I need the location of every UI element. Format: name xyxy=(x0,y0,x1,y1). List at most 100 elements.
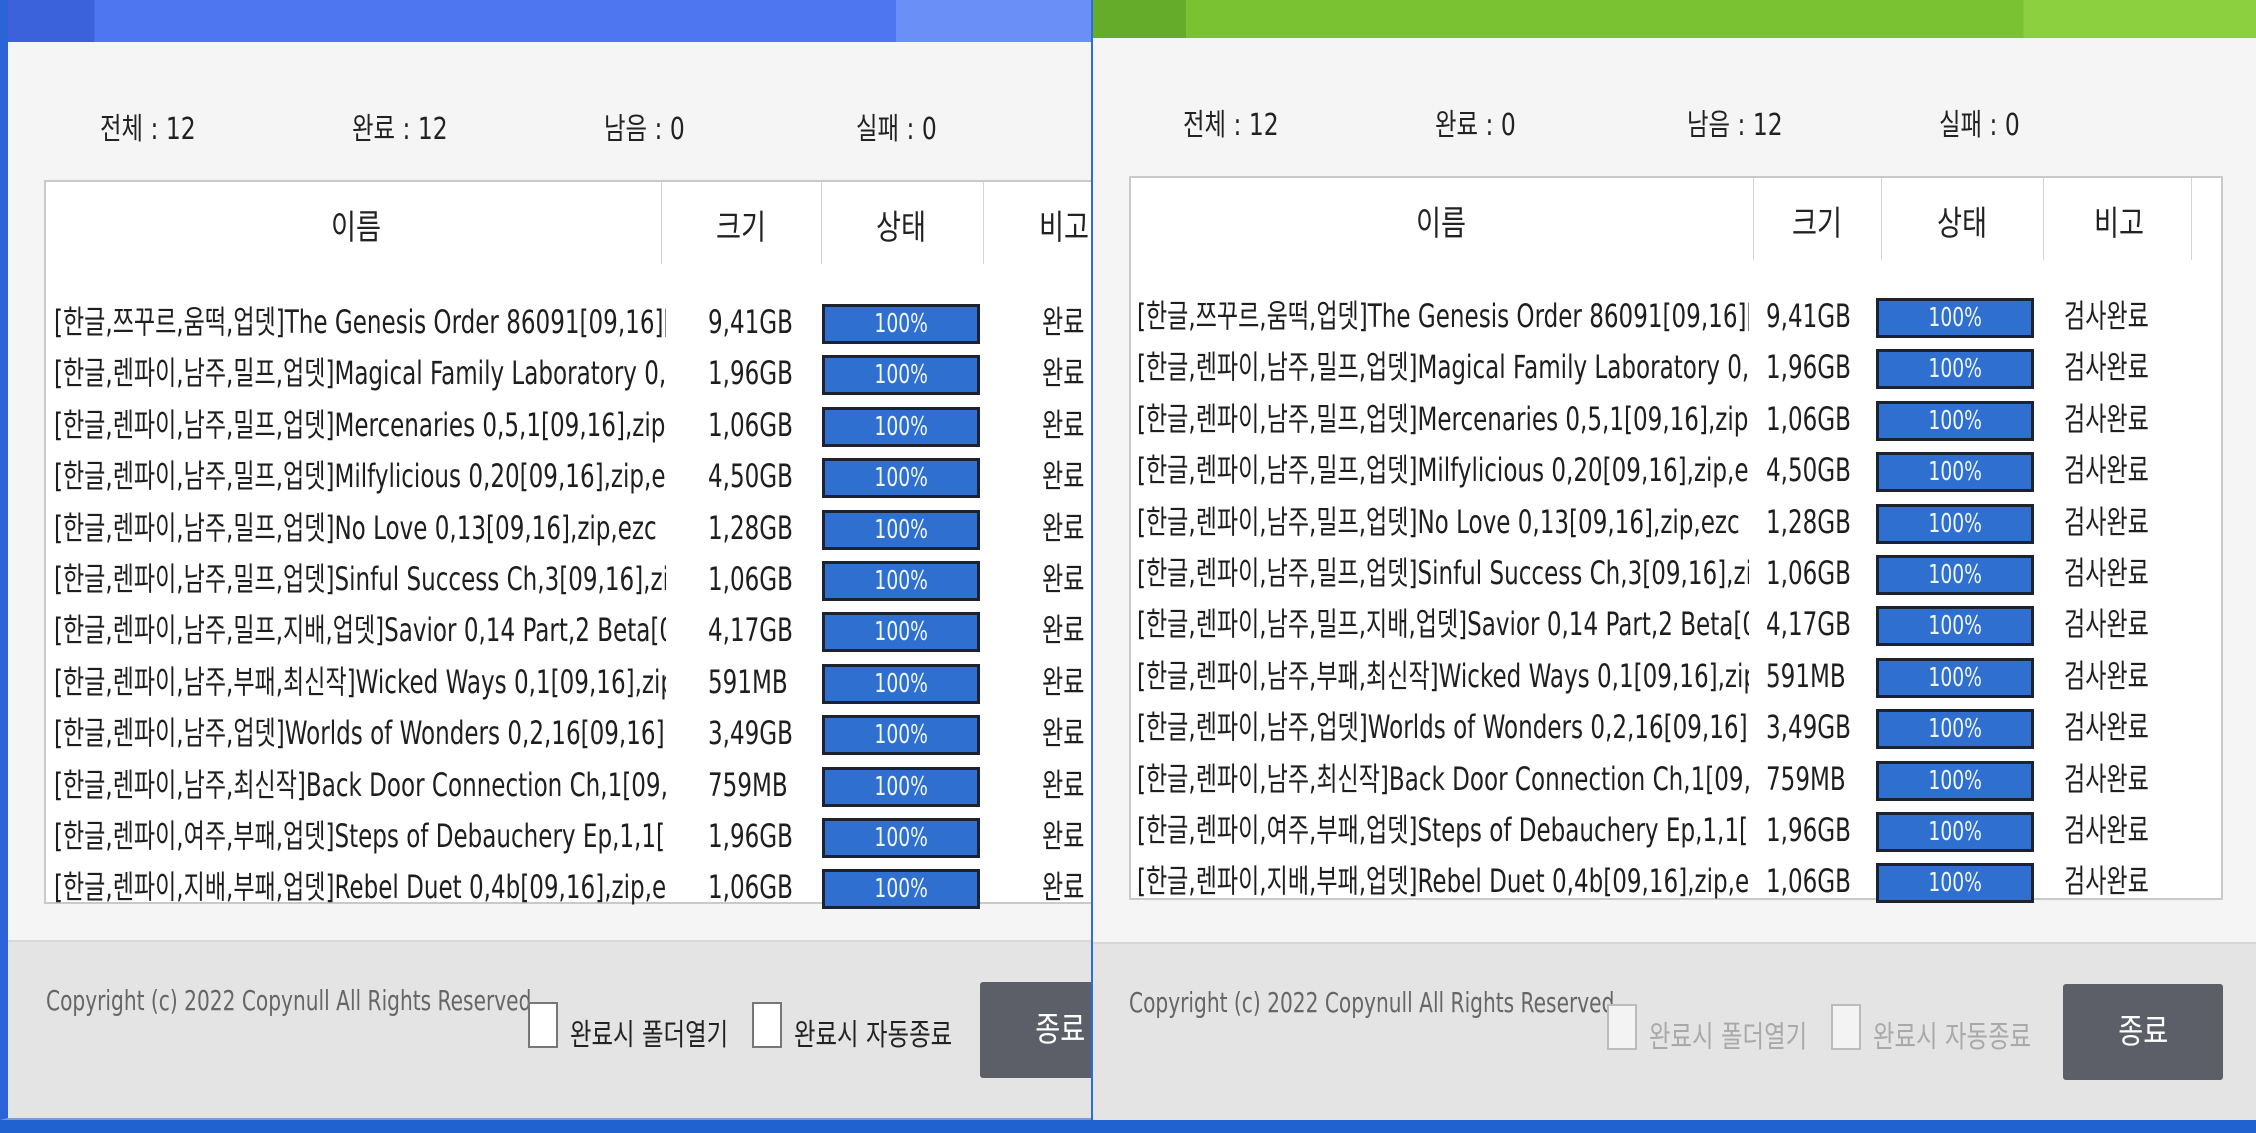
progress-bar: 100% xyxy=(1876,863,2034,904)
file-size-cell: 1,06GB xyxy=(708,868,793,907)
exit-button[interactable]: 종료 xyxy=(980,982,1091,1078)
table-row[interactable]: [한글,렌파이,남주,밀프,업뎃]Mercenaries 0,5,1[09,16… xyxy=(1131,397,2221,448)
progress-label: 100% xyxy=(874,463,928,494)
status-note-cell: 완료 xyxy=(1042,354,1085,393)
column-divider xyxy=(1753,178,1754,260)
open-folder-checkbox[interactable] xyxy=(528,1002,558,1048)
table-row[interactable]: [한글,렌파이,남주,업뎃]Worlds of Wonders 0,2,16[0… xyxy=(1131,705,2221,756)
file-name-cell: [한글,렌파이,남주,업뎃]Worlds of Wonders 0,2,16[0… xyxy=(54,714,666,753)
status-note-cell: 검사완료 xyxy=(2064,554,2149,592)
progress-label: 100% xyxy=(874,411,928,442)
exit-button[interactable]: 종료 xyxy=(2063,984,2223,1080)
table-row[interactable]: [한글,렌파이,지배,부패,업뎃]Rebel Duet 0,4b[09,16],… xyxy=(1131,859,2221,910)
file-size-cell: 1,96GB xyxy=(1766,811,1851,849)
status-note-cell: 완료 xyxy=(1042,611,1085,650)
file-size-cell: 3,49GB xyxy=(708,714,793,753)
table-row[interactable]: [한글,렌파이,남주,밀프,업뎃]Milfylicious 0,20[09,16… xyxy=(1131,448,2221,499)
table-row[interactable]: [한글,렌파이,남주,최신작]Back Door Connection Ch,1… xyxy=(46,763,1091,814)
table-row[interactable]: [한글,렌파이,남주,밀프,지배,업뎃]Savior 0,14 Part,2 B… xyxy=(1131,602,2221,653)
progress-bar: 100% xyxy=(822,561,980,601)
table-row[interactable]: [한글,렌파이,남주,밀프,업뎃]No Love 0,13[09,16],zip… xyxy=(1131,500,2221,551)
table-row[interactable]: [한글,렌파이,여주,부패,업뎃]Steps of Debauchery Ep,… xyxy=(46,814,1091,865)
table-row[interactable]: [한글,렌파이,남주,부패,최신작]Wicked Ways 0,1[09,16]… xyxy=(46,660,1091,711)
file-name-cell: [한글,렌파이,여주,부패,업뎃]Steps of Debauchery Ep,… xyxy=(54,817,666,855)
file-size-cell: 1,06GB xyxy=(1766,862,1851,901)
file-name-cell: [한글,렌파이,남주,최신작]Back Door Connection Ch,1… xyxy=(54,765,666,804)
progress-label: 100% xyxy=(874,720,928,751)
column-divider xyxy=(2043,178,2044,260)
table-row[interactable]: [한글,렌파이,남주,부패,최신작]Wicked Ways 0,1[09,16]… xyxy=(1131,654,2221,705)
file-size-cell: 4,50GB xyxy=(1766,451,1851,490)
file-size-cell: 9,41GB xyxy=(708,303,793,341)
file-name-cell: [한글,렌파이,남주,부패,최신작]Wicked Ways 0,1[09,16]… xyxy=(1137,656,1749,695)
progress-label: 100% xyxy=(874,874,928,905)
header-note[interactable]: 비고 xyxy=(2079,196,2159,245)
progress-label: 100% xyxy=(874,617,928,648)
right-titlebar[interactable] xyxy=(1093,0,2256,38)
file-size-cell: 4,50GB xyxy=(708,457,793,496)
file-size-cell: 759MB xyxy=(708,765,788,804)
auto-exit-checkbox[interactable] xyxy=(1831,1004,1861,1050)
progress-label: 100% xyxy=(1928,817,1982,847)
table-row[interactable]: [한글,렌파이,남주,밀프,업뎃]Mercenaries 0,5,1[09,16… xyxy=(46,403,1091,454)
file-size-cell: 9,41GB xyxy=(1766,297,1851,335)
status-note-cell: 완료 xyxy=(1042,560,1085,598)
status-note-cell: 검사완료 xyxy=(2064,656,2149,695)
table-row[interactable]: [한글,렌파이,남주,밀프,지배,업뎃]Savior 0,14 Part,2 B… xyxy=(46,608,1091,659)
header-name[interactable]: 이름 xyxy=(1401,196,1481,245)
auto-exit-checkbox[interactable] xyxy=(752,1002,782,1048)
file-name-cell: [한글,렌파이,남주,밀프,업뎃]Mercenaries 0,5,1[09,16… xyxy=(1137,399,1749,438)
progress-label: 100% xyxy=(874,823,928,853)
status-note-cell: 검사완료 xyxy=(2064,759,2149,798)
table-row[interactable]: [한글,렌파이,남주,업뎃]Worlds of Wonders 0,2,16[0… xyxy=(46,711,1091,762)
open-folder-checkbox[interactable] xyxy=(1607,1004,1637,1050)
file-list[interactable]: 이름 크기 상태 비고 [한글,쯔꾸르,움떡,업뎃]The Genesis Or… xyxy=(1129,176,2223,904)
table-row[interactable]: [한글,쯔꾸르,움떡,업뎃]The Genesis Order 86091[09… xyxy=(1131,294,2221,345)
file-name-cell: [한글,렌파이,남주,부패,최신작]Wicked Ways 0,1[09,16]… xyxy=(54,662,666,701)
header-note[interactable]: 비고 xyxy=(1024,200,1091,249)
table-row[interactable]: [한글,쯔꾸르,움떡,업뎃]The Genesis Order 86091[09… xyxy=(46,300,1091,351)
header-status[interactable]: 상태 xyxy=(861,200,941,249)
file-size-cell: 591MB xyxy=(1766,656,1846,695)
column-divider xyxy=(2191,178,2192,260)
progress-label: 100% xyxy=(1928,560,1982,590)
progress-label: 100% xyxy=(1928,868,1982,899)
table-row[interactable]: [한글,렌파이,여주,부패,업뎃]Steps of Debauchery Ep,… xyxy=(1131,808,2221,859)
status-note-cell: 완료 xyxy=(1042,508,1085,547)
file-size-cell: 3,49GB xyxy=(1766,708,1851,747)
left-titlebar[interactable] xyxy=(8,0,1091,42)
table-row[interactable]: [한글,렌파이,남주,밀프,업뎃]Milfylicious 0,20[09,16… xyxy=(46,454,1091,505)
file-size-cell: 1,06GB xyxy=(708,405,793,444)
table-row[interactable]: [한글,렌파이,남주,밀프,업뎃]No Love 0,13[09,16],zip… xyxy=(46,506,1091,557)
table-row[interactable]: [한글,렌파이,지배,부패,업뎃]Rebel Duet 0,4b[09,16],… xyxy=(46,865,1091,916)
table-row[interactable]: [한글,렌파이,남주,밀프,업뎃]Sinful Success Ch,3[09,… xyxy=(46,557,1091,608)
header-status[interactable]: 상태 xyxy=(1922,196,2002,245)
table-row[interactable]: [한글,렌파이,남주,최신작]Back Door Connection Ch,1… xyxy=(1131,757,2221,808)
table-row[interactable]: [한글,렌파이,남주,밀프,업뎃]Sinful Success Ch,3[09,… xyxy=(1131,551,2221,602)
table-row[interactable]: [한글,렌파이,남주,밀프,업뎃]Magical Family Laborato… xyxy=(46,351,1091,402)
file-size-cell: 4,17GB xyxy=(1766,605,1851,644)
progress-label: 100% xyxy=(1928,714,1982,745)
table-row[interactable]: [한글,렌파이,남주,밀프,업뎃]Magical Family Laborato… xyxy=(1131,345,2221,396)
column-divider xyxy=(983,182,984,264)
file-size-cell: 1,06GB xyxy=(1766,554,1851,592)
file-list[interactable]: 이름 크기 상태 비고 [한글,쯔꾸르,움떡,업뎃]The Genesis Or… xyxy=(44,180,1091,910)
open-folder-label: 완료시 폴더열기 xyxy=(570,1018,729,1053)
header-size[interactable]: 크기 xyxy=(701,200,781,249)
header-name[interactable]: 이름 xyxy=(316,200,396,249)
progress-bar: 100% xyxy=(822,355,980,396)
progress-bar: 100% xyxy=(822,663,980,704)
file-size-cell: 1,06GB xyxy=(1766,399,1851,438)
stat-done: 완료 : 12 xyxy=(352,112,448,147)
file-size-cell: 1,06GB xyxy=(708,560,793,598)
status-note-cell: 검사완료 xyxy=(2064,348,2149,387)
left-client-area: 전체 : 12 완료 : 12 남음 : 0 실패 : 0 이름 크기 상태 비… xyxy=(8,42,1091,1118)
status-note-cell: 검사완료 xyxy=(2064,399,2149,438)
header-size[interactable]: 크기 xyxy=(1777,196,1857,245)
progress-label: 100% xyxy=(874,566,928,596)
file-name-cell: [한글,렌파이,여주,부패,업뎃]Steps of Debauchery Ep,… xyxy=(1137,811,1749,849)
progress-label: 100% xyxy=(874,309,928,339)
file-size-cell: 1,28GB xyxy=(708,508,793,547)
status-note-cell: 완료 xyxy=(1042,662,1085,701)
progress-label: 100% xyxy=(1928,354,1982,385)
